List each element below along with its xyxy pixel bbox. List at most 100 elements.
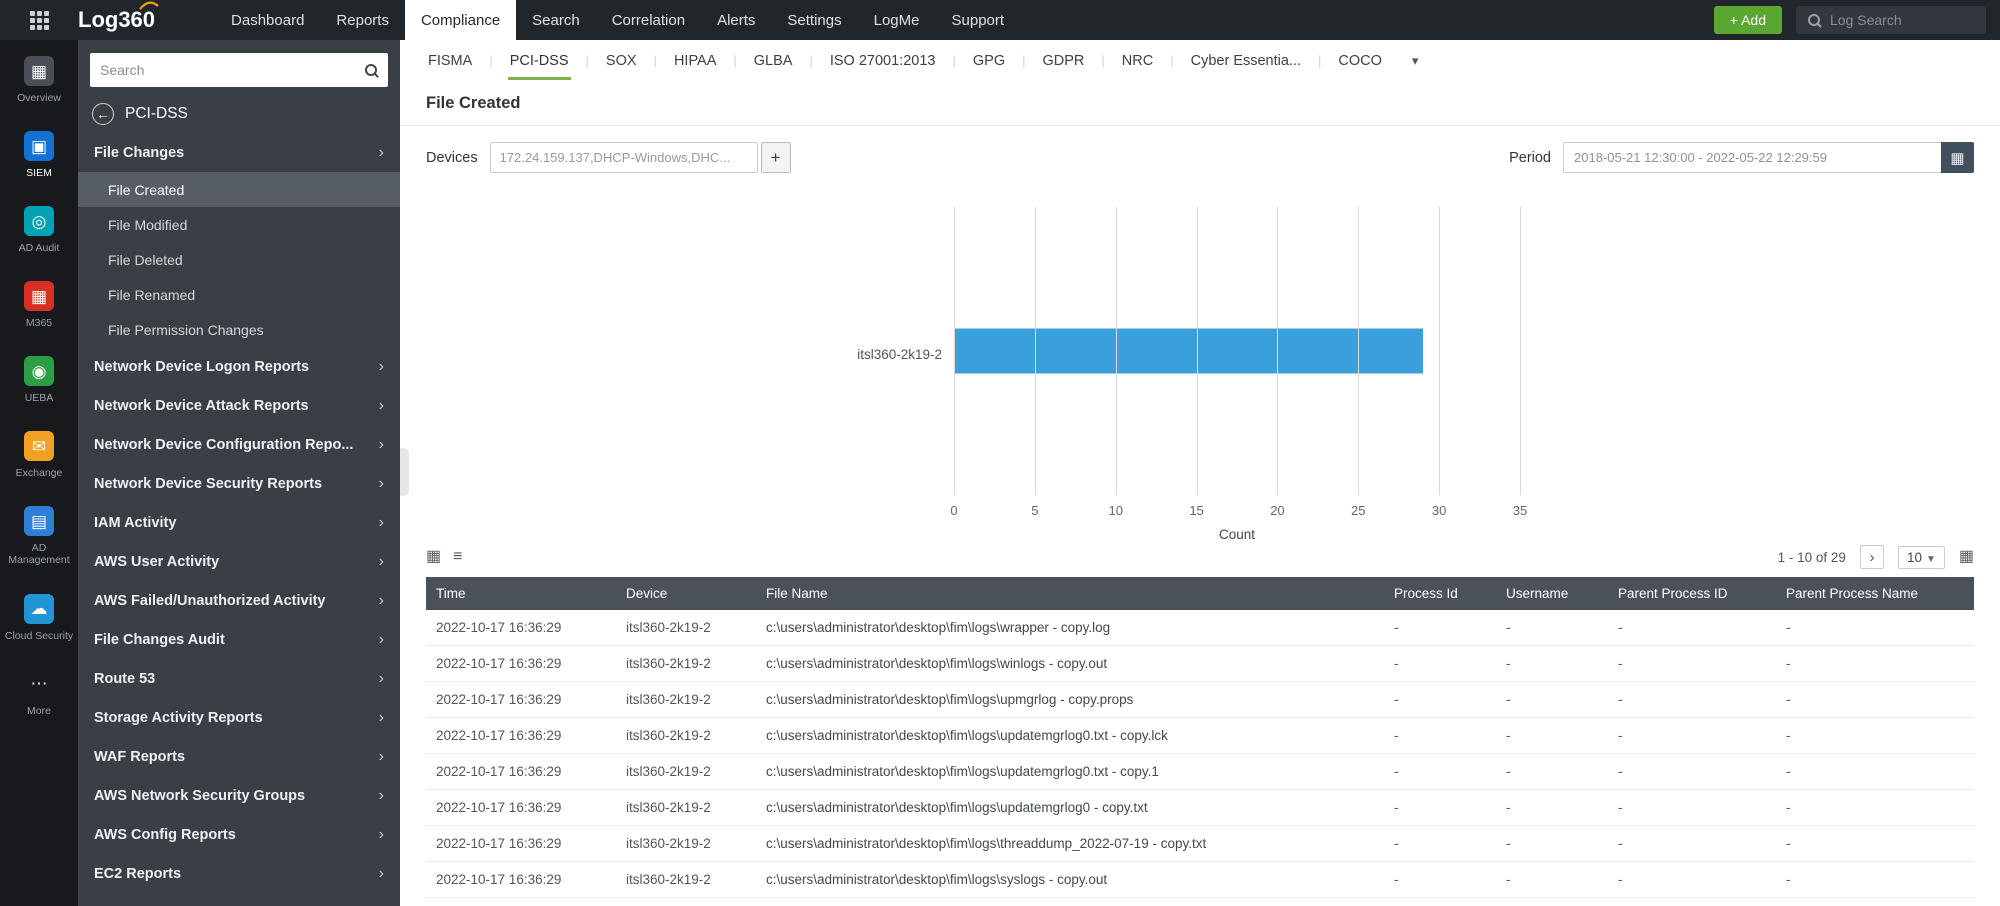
chart-gridline <box>1439 207 1441 495</box>
table-row[interactable]: 2022-10-17 16:36:29 itsl360-2k19-2 c:\us… <box>426 789 1974 826</box>
cell-file-name: c:\users\administrator\desktop\fim\logs\… <box>756 753 1384 790</box>
sidebar-item[interactable]: File Renamed › <box>78 277 400 312</box>
sidebar-item[interactable]: EC2 Reports › <box>78 854 400 893</box>
nav-item[interactable]: Search <box>516 0 596 40</box>
rail-item[interactable]: ✉ Exchange <box>2 431 76 479</box>
sidebar-item[interactable]: Network Device Logon Reports › <box>78 347 400 386</box>
sidebar-search[interactable] <box>90 53 388 87</box>
chevron-down-icon: ▼ <box>1925 553 1936 565</box>
compliance-tab[interactable]: COCO <box>1303 40 1384 81</box>
rail-item[interactable]: ◎ AD Audit <box>2 206 76 254</box>
table-row[interactable]: 2022-10-17 16:36:29 itsl360-2k19-2 c:\us… <box>426 753 1974 790</box>
rail-item[interactable]: ▤ AD Management <box>2 506 76 566</box>
sidebar-item[interactable]: File Deleted › <box>78 242 400 277</box>
rail-item[interactable]: ⋯ More <box>2 669 76 717</box>
rail-item[interactable]: ▦ Overview <box>2 56 76 104</box>
devices-input[interactable] <box>489 142 758 173</box>
compliance-tab[interactable]: GDPR <box>1007 40 1086 81</box>
chevron-right-icon: › <box>378 552 384 570</box>
nav-item[interactable]: Alerts <box>701 0 771 40</box>
rail-item-label: AD Management <box>8 542 70 567</box>
compliance-tab[interactable]: ISO 27001:2013 <box>794 40 937 81</box>
col-username[interactable]: Username <box>1496 577 1608 610</box>
export-icon[interactable]: ▦ <box>1959 549 1974 565</box>
sidebar-item[interactable]: File Permission Changes › <box>78 312 400 347</box>
col-process-id[interactable]: Process Id <box>1384 577 1496 610</box>
table-row[interactable]: 2022-10-17 16:36:29 itsl360-2k19-2 c:\us… <box>426 645 1974 682</box>
sidebar-item[interactable]: Network Device Security Reports › <box>78 464 400 503</box>
sidebar-item[interactable]: AWS Config Reports › <box>78 815 400 854</box>
compliance-tab[interactable]: HIPAA <box>639 40 719 81</box>
nav-item[interactable]: LogMe <box>858 0 936 40</box>
cell-process-id: - <box>1384 717 1496 754</box>
rail-item[interactable]: ☁ Cloud Security <box>2 593 76 642</box>
col-parent-process-name[interactable]: Parent Process Name <box>1776 577 1974 610</box>
grid-view-icon[interactable]: ▦ <box>426 549 441 565</box>
sidebar-item[interactable]: AWS User Activity › <box>78 542 400 581</box>
log-search-box[interactable] <box>1796 6 1986 34</box>
sidebar-back[interactable]: ← PCI-DSS <box>78 93 400 133</box>
compliance-tab[interactable]: GPG <box>937 40 1007 81</box>
sidebar-item[interactable]: Route 53 › <box>78 659 400 698</box>
table-row[interactable]: 2022-10-17 16:36:29 itsl360-2k19-2 c:\us… <box>426 610 1974 646</box>
sidebar-item[interactable]: IAM Activity › <box>78 503 400 542</box>
back-arrow-icon: ← <box>92 103 114 125</box>
sidebar-item[interactable]: WAF Reports › <box>78 737 400 776</box>
x-tick-label: 30 <box>1431 503 1447 518</box>
add-button[interactable]: + Add <box>1713 6 1782 34</box>
nav-item[interactable]: Correlation <box>596 0 701 40</box>
col-device[interactable]: Device <box>616 577 756 610</box>
chart-bar[interactable] <box>954 328 1423 374</box>
sidebar-item-label: File Created <box>108 181 185 198</box>
sidebar-search-input[interactable] <box>100 62 365 78</box>
sidebar-item-label: IAM Activity <box>94 514 177 531</box>
rail-item[interactable]: ▣ SIEM <box>2 131 76 179</box>
sidebar-item[interactable]: File Modified › <box>78 207 400 242</box>
add-device-button[interactable]: + <box>760 142 791 173</box>
sidebar-item[interactable]: File Changes Audit › <box>78 620 400 659</box>
sidebar-item-label: Route 53 <box>94 670 156 687</box>
rail-item[interactable]: ▦ M365 <box>2 281 76 329</box>
nav-item[interactable]: Reports <box>320 0 405 40</box>
apps-grid-icon[interactable] <box>0 10 78 30</box>
sidebar-item[interactable]: AWS Failed/Unauthorized Activity › <box>78 581 400 620</box>
page-title: File Created <box>400 81 2000 126</box>
log-search-input[interactable] <box>1830 12 1960 28</box>
period-input[interactable] <box>1563 142 1941 173</box>
sidebar-back-title: PCI-DSS <box>125 105 188 122</box>
compliance-tab[interactable]: PCI-DSS <box>474 40 571 81</box>
col-file-name[interactable]: File Name <box>756 577 1384 610</box>
rail-item[interactable]: ◉ UEBA <box>2 356 76 404</box>
nav-item[interactable]: Compliance <box>404 0 517 40</box>
compliance-tab[interactable]: SOX <box>571 40 639 81</box>
rail-item-label: M365 <box>25 317 53 330</box>
module-icon: ▣ <box>24 131 54 162</box>
logo-swoosh-icon <box>139 1 159 10</box>
compliance-tab[interactable]: NRC <box>1086 40 1155 81</box>
nav-item[interactable]: Settings <box>771 0 857 40</box>
sidebar-item[interactable]: File Changes › <box>78 133 400 172</box>
col-parent-process-id[interactable]: Parent Process ID <box>1608 577 1776 610</box>
col-time[interactable]: Time <box>426 577 616 610</box>
sidebar-item[interactable]: Storage Activity Reports › <box>78 698 400 737</box>
next-page-button[interactable]: › <box>1859 545 1884 569</box>
page-size-select[interactable]: 10 ▼ <box>1897 545 1945 569</box>
table-row[interactable]: 2022-10-17 16:36:29 itsl360-2k19-2 c:\us… <box>426 825 1974 862</box>
sidebar-item[interactable]: Network Device Configuration Repo... › <box>78 425 400 464</box>
compliance-tab[interactable]: GLBA <box>718 40 794 81</box>
sidebar-item[interactable]: Network Device Attack Reports › <box>78 386 400 425</box>
compliance-tab[interactable]: FISMA <box>426 40 474 81</box>
table-row[interactable]: 2022-10-17 16:36:29 itsl360-2k19-2 c:\us… <box>426 861 1974 898</box>
nav-item[interactable]: Support <box>936 0 1021 40</box>
calendar-icon[interactable]: ▦ <box>1941 142 1974 173</box>
sidebar-item[interactable]: AWS Network Security Groups › <box>78 776 400 815</box>
sidebar-item[interactable]: File Created › <box>78 172 400 207</box>
more-tabs-dropdown-icon[interactable]: ▾ <box>1412 53 1419 69</box>
list-view-icon[interactable]: ≡ <box>453 549 462 565</box>
table-row[interactable]: 2022-10-17 16:36:29 itsl360-2k19-2 c:\us… <box>426 717 1974 754</box>
nav-item[interactable]: Dashboard <box>215 0 320 40</box>
table-row[interactable]: 2022-10-17 16:36:29 itsl360-2k19-2 c:\us… <box>426 681 1974 718</box>
cell-device: itsl360-2k19-2 <box>616 861 756 898</box>
sidebar-collapse-handle[interactable] <box>400 448 409 496</box>
compliance-tab[interactable]: Cyber Essentia... <box>1155 40 1303 81</box>
